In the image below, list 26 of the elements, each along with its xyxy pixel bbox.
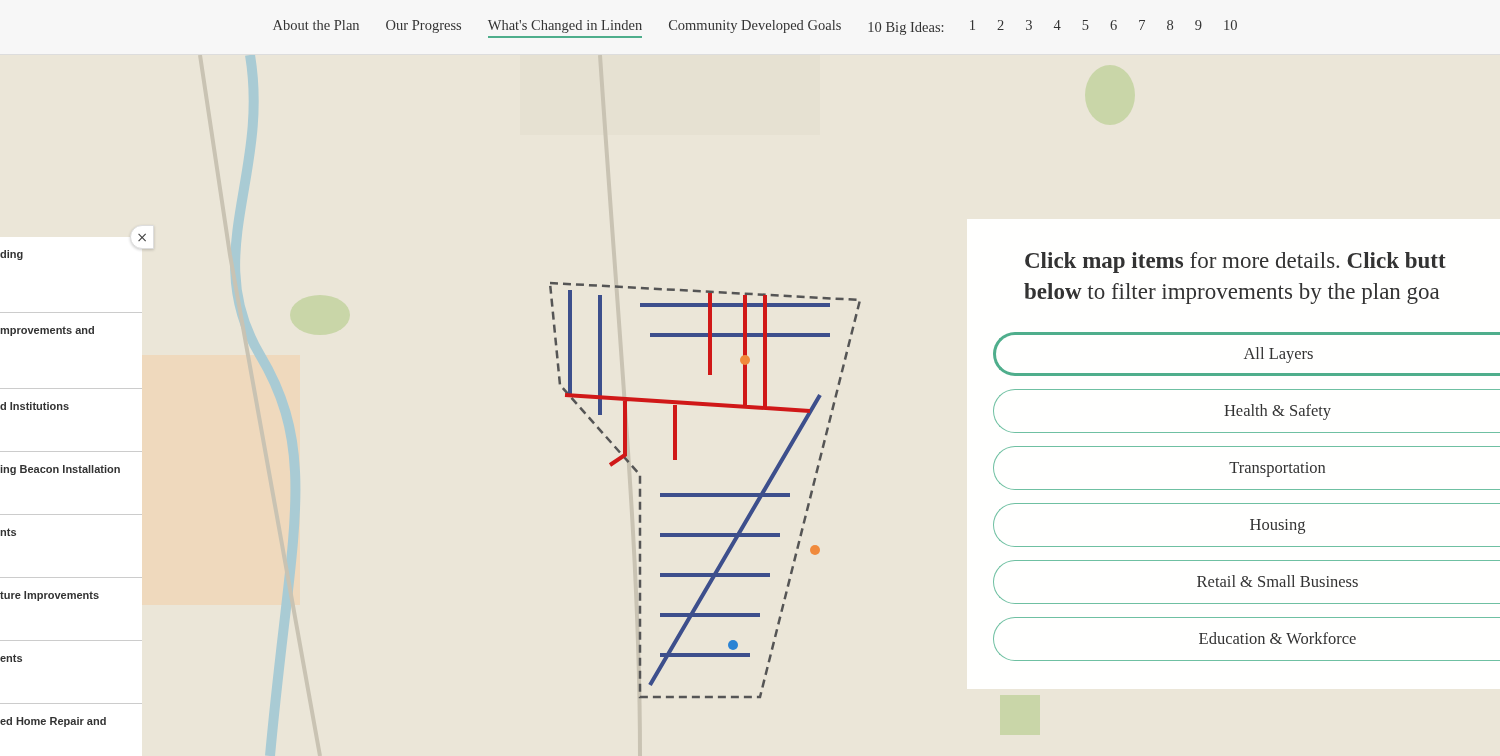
instructions-text: Click map items for more details. Click butt below to filter improvements by the plan goa	[1023, 247, 1446, 306]
idea-link[interactable]: 5	[1081, 16, 1089, 38]
layer-item[interactable]: ents	[0, 652, 23, 665]
layer-item[interactable]: nts	[0, 526, 17, 539]
idea-link[interactable]: 2	[996, 16, 1005, 38]
layer-item[interactable]: ture Improvements	[0, 589, 100, 602]
nav-label: 10 Big Ideas:	[867, 18, 945, 36]
layer-item[interactable]: ing Beacon Installation	[0, 463, 121, 476]
layer-item[interactable]: ding	[0, 248, 24, 260]
layer-item[interactable]: mprovements and	[0, 323, 95, 336]
nav-link[interactable]: About the Plan	[272, 16, 360, 38]
idea-link[interactable]: 4	[1053, 16, 1061, 38]
nav-link[interactable]: Our Progress	[385, 16, 462, 38]
layer-item[interactable]: ed Home Repair and	[0, 715, 107, 727]
idea-link[interactable]: 8	[1166, 16, 1174, 38]
idea-link[interactable]: 1	[968, 16, 976, 38]
filter-button[interactable]: All Layers	[993, 332, 1500, 376]
nav-link[interactable]: What's Changed in Linden	[487, 16, 643, 38]
layer-item[interactable]: d Institutions	[0, 400, 70, 413]
idea-link[interactable]: 9	[1194, 16, 1202, 38]
idea-link[interactable]: 7	[1138, 16, 1146, 38]
idea-link[interactable]: 10	[1222, 16, 1238, 38]
idea-link[interactable]: 3	[1025, 16, 1033, 38]
idea-link[interactable]: 6	[1109, 16, 1118, 38]
nav-link[interactable]: Community Developed Goals	[668, 16, 842, 38]
close-button[interactable]: ×	[130, 225, 154, 249]
